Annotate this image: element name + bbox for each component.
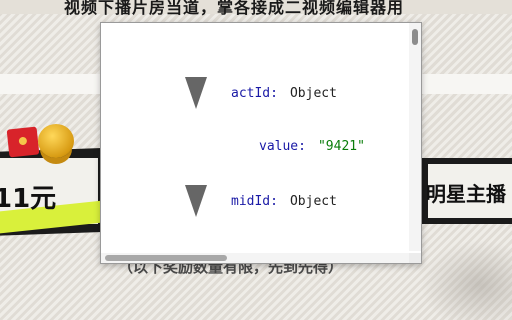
property-type: Object bbox=[289, 193, 337, 209]
background-card-right-text: 明星主播 bbox=[426, 182, 506, 206]
background-card-left-text: 11元 bbox=[0, 184, 57, 214]
property-key: actId bbox=[231, 85, 271, 101]
object-inspector-popup[interactable]: actId: Object value: "9421" midId: Objec… bbox=[100, 22, 422, 264]
property-key: value bbox=[259, 139, 299, 154]
property-colon: : bbox=[270, 193, 278, 209]
object-row-midid[interactable]: midId: Object bbox=[185, 185, 337, 217]
property-type: Object bbox=[289, 85, 337, 101]
property-colon: : bbox=[270, 85, 278, 101]
expand-triangle-icon[interactable] bbox=[185, 77, 207, 109]
property-key: midId bbox=[231, 193, 271, 209]
property-string-value: "9421" bbox=[317, 139, 365, 154]
vertical-scrollbar-thumb[interactable] bbox=[412, 29, 418, 45]
property-colon: : bbox=[298, 139, 306, 154]
background-heading-text: 视频下播片房当道，掌各接成二视频编辑器用 bbox=[64, 0, 405, 17]
background-decoration bbox=[420, 240, 512, 320]
expand-triangle-icon[interactable] bbox=[185, 185, 207, 217]
object-row-value: value: "9421" bbox=[259, 139, 365, 154]
object-row-actid[interactable]: actId: Object bbox=[185, 77, 337, 109]
gold-coins-icon bbox=[38, 124, 74, 158]
horizontal-scrollbar-thumb[interactable] bbox=[105, 255, 227, 261]
vertical-scrollbar[interactable] bbox=[409, 23, 421, 251]
horizontal-scrollbar[interactable] bbox=[101, 253, 409, 263]
page-background: 视频下播片房当道，掌各接成二视频编辑器用 11元 明星主播 （以下奖励数量有限，… bbox=[0, 0, 512, 320]
scrollbar-corner bbox=[409, 253, 421, 263]
red-packet-icon bbox=[6, 126, 40, 158]
